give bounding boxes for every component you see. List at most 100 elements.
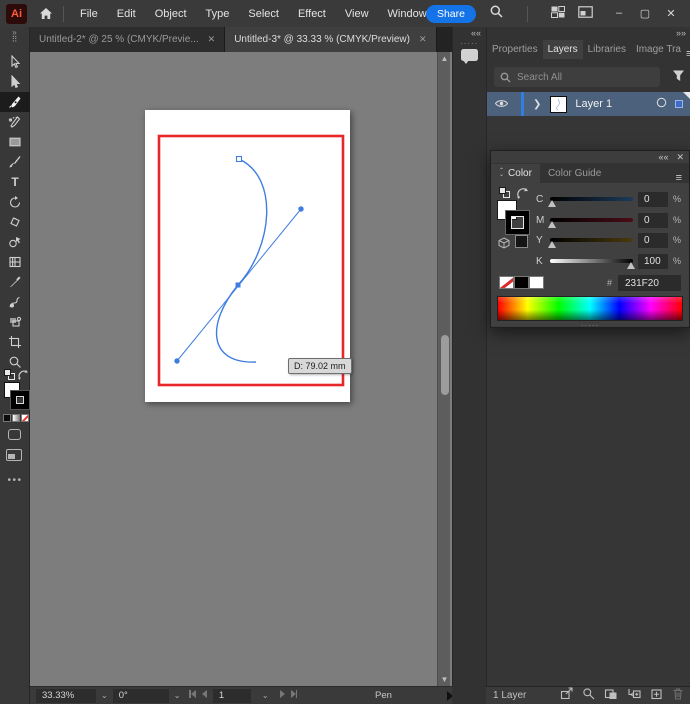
panel-menu-icon[interactable]: ≡ [686,49,690,59]
workspace-switcher-icon[interactable] [551,5,565,23]
make-clipping-mask-icon[interactable] [604,687,618,704]
stroke-color-swatch[interactable] [11,391,29,409]
mesh-tool[interactable] [0,252,30,272]
zoom-level-field[interactable]: 33.33% [36,689,96,703]
color-mode-button[interactable] [3,414,11,422]
out-of-gamut-cube-icon[interactable] [498,236,510,254]
tab-layers[interactable]: Layers [543,40,583,59]
slider-handle[interactable] [548,200,556,207]
collapse-dock-icon[interactable]: «« [471,28,481,38]
none-mode-button[interactable] [21,414,29,422]
slider-handle[interactable] [627,262,635,269]
artboard-tool[interactable] [0,332,30,352]
menu-view[interactable]: View [345,8,369,20]
rotation-field[interactable]: 0° [113,689,169,703]
rectangle-tool[interactable] [0,132,30,152]
eraser-tool[interactable] [0,212,30,232]
cyan-value-field[interactable]: 0 [638,192,668,207]
selected-art-indicator[interactable] [675,100,683,108]
color-panel-header[interactable]: «« ✕ [491,151,689,163]
stroke-color-swatch[interactable] [506,211,529,234]
canvas-area[interactable]: D: 79.02 mm ▲ ▼ [30,52,452,686]
layers-search-input[interactable]: Search All [494,67,660,87]
black-value-field[interactable]: 100 [638,254,668,269]
panel-resize-grip[interactable]: ····· [581,323,599,328]
black-swatch[interactable] [514,276,529,289]
minimize-button[interactable]: – [606,7,632,20]
search-icon[interactable] [489,4,504,24]
edit-toolbar-button[interactable]: ••• [0,475,30,486]
yellow-value-field[interactable]: 0 [638,233,668,248]
tab-close-icon[interactable]: ✕ [208,34,216,45]
default-fill-stroke-icon[interactable] [499,187,510,198]
current-tool-label[interactable]: Pen [375,690,392,701]
yellow-slider[interactable] [550,238,633,242]
slider-handle[interactable] [548,241,556,248]
pen-tool[interactable] [0,92,30,112]
rotation-dropdown-icon[interactable]: ⌄ [169,691,186,700]
eyedropper-tool[interactable] [0,272,30,292]
layer-thumbnail[interactable] [550,96,567,113]
menu-window[interactable]: Window [388,8,427,20]
first-artboard-button[interactable] [189,690,196,701]
tab-close-icon[interactable]: ✕ [419,34,427,45]
layer-row[interactable]: ❯ Layer 1 [487,92,690,116]
rotate-tool[interactable] [0,192,30,212]
closest-web-color-swatch[interactable] [515,235,528,248]
expand-layer-icon[interactable]: ❯ [533,99,541,110]
tab-properties[interactable]: Properties [487,40,543,59]
close-button[interactable]: ✕ [658,7,684,20]
cycle-color-modes-icon[interactable]: ⌃⌄ [499,170,504,177]
previous-artboard-button[interactable] [202,690,207,701]
artboard-number-field[interactable]: 1 [213,689,251,703]
tab-color-guide[interactable]: Color Guide [540,164,609,183]
layer-name[interactable]: Layer 1 [575,98,612,110]
maximize-button[interactable]: ▢ [632,7,658,20]
dock-grip[interactable]: ····· [460,39,478,48]
expand-dock-icon[interactable]: »» [676,28,686,38]
symbol-sprayer-tool[interactable] [0,312,30,332]
menu-file[interactable]: File [80,8,98,20]
menu-object[interactable]: Object [155,8,187,20]
type-tool[interactable]: T [0,172,30,192]
tab-image-trace[interactable]: Image Tra [631,40,686,59]
gradient-mode-button[interactable] [12,414,20,422]
drawing-modes-button[interactable] [8,429,21,440]
panel-menu-icon[interactable]: ≡ [676,173,682,183]
white-swatch[interactable] [529,276,544,289]
locate-object-icon[interactable] [582,687,595,704]
vertical-scrollbar[interactable]: ▲ ▼ [437,52,450,686]
curvature-tool[interactable] [0,112,30,132]
artboard-dropdown-icon[interactable]: ⌄ [257,691,274,700]
filter-icon[interactable] [672,69,685,87]
new-layer-icon[interactable] [650,687,663,704]
black-slider[interactable] [550,259,633,263]
collect-for-export-icon[interactable] [560,687,573,704]
blob-brush-tool[interactable] [0,292,30,312]
arrange-documents-icon[interactable] [578,5,593,23]
scroll-up-icon[interactable]: ▲ [438,54,451,63]
menu-edit[interactable]: Edit [117,8,136,20]
close-panel-icon[interactable]: ✕ [676,152,684,162]
magenta-slider[interactable] [550,218,633,222]
menu-effect[interactable]: Effect [298,8,326,20]
app-logo-icon[interactable]: Ai [6,4,27,24]
collapse-panel-icon[interactable]: «« [658,152,668,162]
magenta-value-field[interactable]: 0 [638,213,668,228]
tab-libraries[interactable]: Libraries [583,40,631,59]
zoom-dropdown-icon[interactable]: ⌄ [96,691,113,700]
document-tab-untitled2[interactable]: Untitled-2* @ 25 % (CMYK/Previe... ✕ [30,27,225,52]
menu-select[interactable]: Select [248,8,279,20]
delete-layer-icon[interactable] [672,687,684,704]
target-circle-icon[interactable] [656,95,667,113]
hex-value-field[interactable]: 231F20 [618,275,681,291]
selection-tool[interactable] [0,52,30,72]
scroll-down-icon[interactable]: ▼ [438,675,451,684]
default-fill-stroke-icon[interactable] [4,369,15,380]
none-swatch[interactable] [499,276,514,289]
tab-color[interactable]: ⌃⌄ Color [491,164,540,183]
color-spectrum-bar[interactable] [497,296,683,321]
next-artboard-button[interactable] [280,690,285,701]
last-artboard-button[interactable] [291,690,298,701]
toolbar-grip[interactable]: »⠿ [0,27,29,43]
